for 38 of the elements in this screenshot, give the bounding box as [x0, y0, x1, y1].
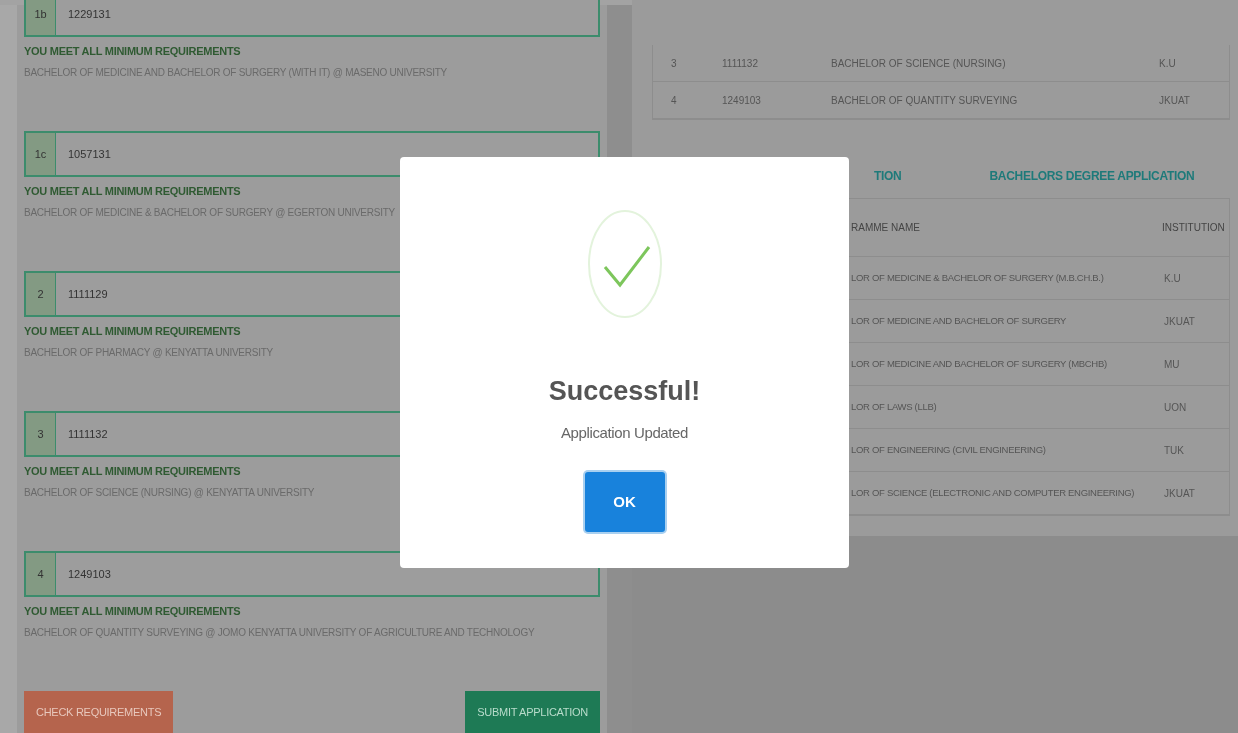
table-cell-text: LOR OF MEDICINE AND BACHELOR OF SURGERY [851, 313, 1068, 328]
table-cell-text: JKUAT [1158, 93, 1191, 108]
table-cell-text: MU [1163, 357, 1180, 372]
requirements-status: YOU MEET ALL MINIMUM REQUIREMENTS [24, 324, 242, 339]
choice-number: 1c [24, 131, 56, 177]
table-cell-text: LOR OF SCIENCE (ELECTRONIC AND COMPUTER ENGINEERING) [851, 485, 1136, 500]
table-cell-text: JKUAT [1163, 486, 1195, 501]
choice-number: 1b [24, 0, 56, 37]
course-code-field[interactable]: 1229131 [56, 0, 600, 37]
dialog-title: Successful! [548, 375, 701, 408]
table-cell-text: BACHELOR OF QUANTITY SURVEYING [830, 93, 1019, 108]
table-cell-text: UON [1163, 400, 1187, 415]
check-requirements-button[interactable]: CHECK REQUIREMENTS [24, 691, 174, 733]
requirements-status: YOU MEET ALL MINIMUM REQUIREMENTS [24, 184, 242, 199]
choice-number: 3 [24, 411, 56, 457]
table-cell-text: LOR OF ENGINEERING (CIVIL ENGINEERING) [851, 442, 1047, 457]
table-cell-text: LOR OF LAWS (LLB) [851, 399, 938, 414]
requirements-status: YOU MEET ALL MINIMUM REQUIREMENTS [24, 44, 242, 59]
column-header: RAMME NAME [850, 221, 921, 235]
table-cell-text: 4 [670, 93, 678, 108]
choice-number: 4 [24, 551, 56, 597]
table-cell-text: LOR OF MEDICINE AND BACHELOR OF SURGERY (MBCHB) [851, 356, 1108, 371]
table-cell-text: 3 [670, 56, 678, 71]
table-cell-text: K.U [1163, 271, 1181, 286]
table-cell-text: TUK [1163, 443, 1184, 458]
checkmark-icon [586, 209, 663, 319]
submit-button[interactable]: SUBMIT APPLICATION [465, 691, 600, 733]
ok-button[interactable]: OK [584, 472, 665, 532]
table-cell-text: BACHELOR OF SCIENCE (NURSING) [830, 56, 1007, 71]
table-cell-text: JKUAT [1163, 314, 1195, 329]
requirements-status: YOU MEET ALL MINIMUM REQUIREMENTS [24, 464, 242, 479]
table-cell-text: 1111132 [721, 56, 759, 71]
table-cell-text: LOR OF MEDICINE & BACHELOR OF SURGERY (M.B.CH.B.) [851, 270, 1105, 285]
requirements-status: YOU MEET ALL MINIMUM REQUIREMENTS [24, 604, 242, 619]
choice-number: 2 [24, 271, 56, 317]
column-header: INSTITUTION [1161, 221, 1225, 235]
table-cell-text: 1249103 [721, 93, 762, 108]
table-cell-text: K.U [1158, 56, 1177, 71]
